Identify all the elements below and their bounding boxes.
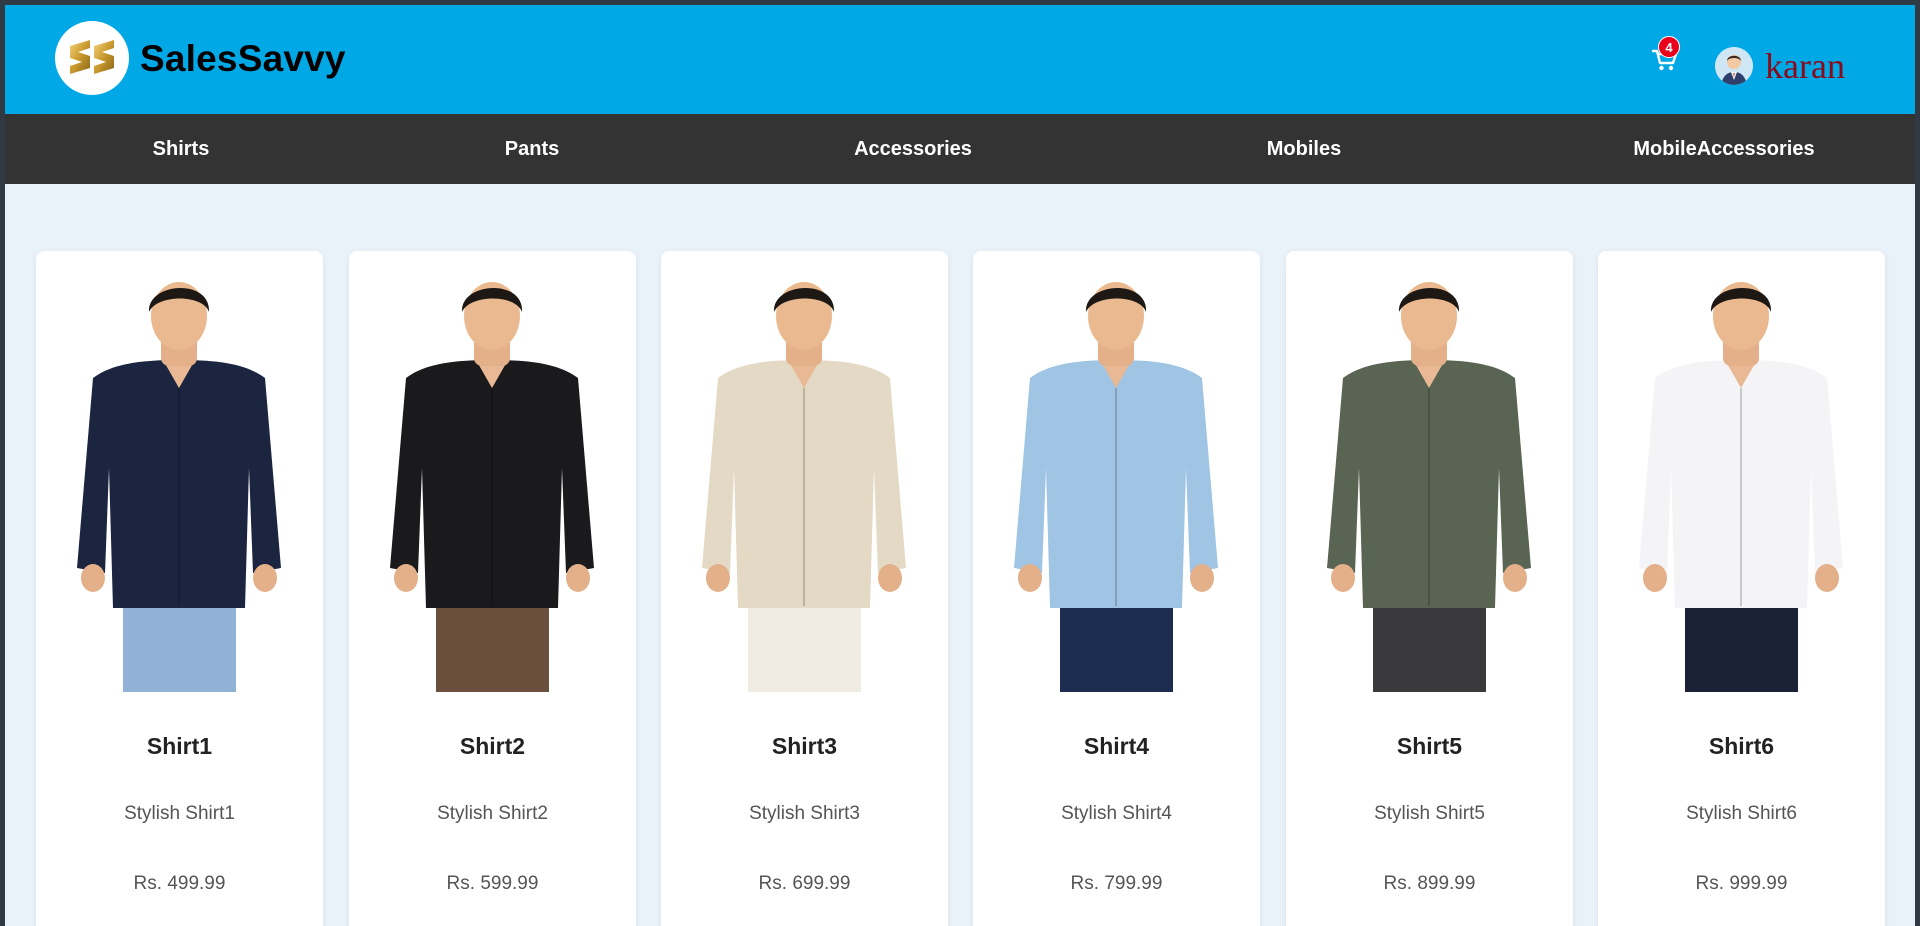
category-nav: Shirts Pants Accessories Mobiles MobileA… [5, 114, 1915, 184]
product-image [53, 268, 306, 692]
logo[interactable] [55, 21, 129, 95]
product-image [678, 268, 931, 692]
logo-icon [70, 40, 114, 74]
nav-item-pants[interactable]: Pants [505, 114, 559, 184]
shirt-model-illustration [390, 282, 594, 692]
product-price: Rs. 999.99 [1695, 873, 1788, 894]
product-card[interactable]: Shirt4 Stylish Shirt4 Rs. 799.99 [973, 251, 1260, 926]
product-card[interactable]: Shirt1 Stylish Shirt1 Rs. 499.99 [36, 251, 323, 926]
shirt-model-illustration [1014, 282, 1218, 692]
nav-item-mobiles[interactable]: Mobiles [1267, 114, 1341, 184]
product-description: Stylish Shirt6 [1686, 803, 1797, 824]
product-image [1303, 268, 1556, 692]
shirt-model-illustration [77, 282, 281, 692]
nav-item-mobile-accessories[interactable]: MobileAccessories [1633, 114, 1814, 184]
shirt-model-illustration [1327, 282, 1531, 692]
product-image [366, 268, 619, 692]
product-card[interactable]: Shirt6 Stylish Shirt6 Rs. 999.99 [1598, 251, 1885, 926]
product-description: Stylish Shirt1 [124, 803, 235, 824]
shirt-model-illustration [702, 282, 906, 692]
user-avatar-icon [1715, 47, 1753, 85]
product-image [1615, 268, 1868, 692]
brand-name: SalesSavvy [140, 38, 346, 79]
product-name: Shirt5 [1396, 733, 1463, 759]
product-name: Shirt2 [459, 733, 526, 759]
product-name: Shirt6 [1708, 733, 1775, 759]
product-image [990, 268, 1243, 692]
product-name: Shirt1 [146, 733, 213, 759]
product-price: Rs. 499.99 [133, 873, 226, 894]
cart-count-badge: 4 [1658, 36, 1680, 58]
product-price: Rs. 899.99 [1383, 873, 1476, 894]
product-description: Stylish Shirt5 [1374, 803, 1485, 824]
app-frame: SalesSavvy 4 karan Shirts Pants Accessor… [5, 5, 1915, 926]
product-price: Rs. 599.99 [446, 873, 539, 894]
product-description: Stylish Shirt4 [1061, 803, 1172, 824]
username[interactable]: karan [1765, 45, 1845, 87]
nav-item-accessories[interactable]: Accessories [854, 114, 972, 184]
header: SalesSavvy 4 karan [5, 5, 1915, 114]
product-description: Stylish Shirt3 [749, 803, 860, 824]
product-description: Stylish Shirt2 [437, 803, 548, 824]
product-name: Shirt3 [771, 733, 838, 759]
product-card[interactable]: Shirt3 Stylish Shirt3 Rs. 699.99 [661, 251, 948, 926]
nav-item-shirts[interactable]: Shirts [153, 114, 210, 184]
product-card[interactable]: Shirt2 Stylish Shirt2 Rs. 599.99 [349, 251, 636, 926]
product-card[interactable]: Shirt5 Stylish Shirt5 Rs. 899.99 [1286, 251, 1573, 926]
user-avatar[interactable] [1715, 47, 1753, 85]
product-price: Rs. 699.99 [758, 873, 851, 894]
shirt-model-illustration [1639, 282, 1843, 692]
product-price: Rs. 799.99 [1070, 873, 1163, 894]
product-name: Shirt4 [1083, 733, 1150, 759]
